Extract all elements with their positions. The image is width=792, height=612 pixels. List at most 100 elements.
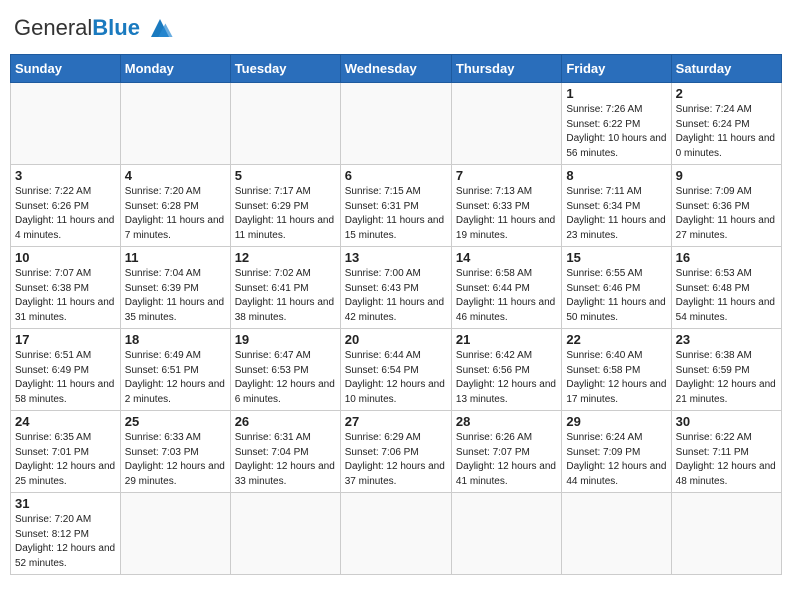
calendar-cell: 14 Sunrise: 6:58 AM Sunset: 6:44 PM Dayli… bbox=[451, 247, 561, 329]
day-number: 19 bbox=[235, 332, 336, 347]
day-info: Sunrise: 7:24 AM Sunset: 6:24 PM Dayligh… bbox=[676, 103, 777, 161]
day-number: 2 bbox=[676, 86, 777, 101]
day-info: Sunrise: 7:20 AM Sunset: 6:28 PM Dayligh… bbox=[125, 185, 226, 243]
calendar-cell: 29 Sunrise: 6:24 AM Sunset: 7:09 PM Dayli… bbox=[562, 411, 671, 493]
calendar-cell bbox=[451, 83, 561, 165]
day-number: 3 bbox=[15, 168, 116, 183]
calendar-cell: 31 Sunrise: 7:20 AM Sunset: 8:12 PM Dayli… bbox=[11, 493, 121, 575]
calendar-cell: 11 Sunrise: 7:04 AM Sunset: 6:39 PM Dayli… bbox=[120, 247, 230, 329]
day-info: Sunrise: 6:51 AM Sunset: 6:49 PM Dayligh… bbox=[15, 349, 116, 407]
logo-icon bbox=[142, 10, 178, 46]
logo: GeneralBlue bbox=[14, 10, 178, 46]
calendar-cell: 13 Sunrise: 7:00 AM Sunset: 6:43 PM Dayli… bbox=[340, 247, 451, 329]
calendar-cell: 20Sunrise: 6:44 AM Sunset: 6:54 PM Dayli… bbox=[340, 329, 451, 411]
day-info: Sunrise: 7:07 AM Sunset: 6:38 PM Dayligh… bbox=[15, 267, 116, 325]
calendar-cell: 1 Sunrise: 7:26 AM Sunset: 6:22 PM Daylig… bbox=[562, 83, 671, 165]
day-info: Sunrise: 7:11 AM Sunset: 6:34 PM Dayligh… bbox=[566, 185, 666, 243]
day-number: 17 bbox=[15, 332, 116, 347]
day-number: 25 bbox=[125, 414, 226, 429]
weekday-header-sunday: Sunday bbox=[11, 55, 121, 83]
calendar-cell bbox=[671, 493, 781, 575]
day-info: Sunrise: 7:20 AM Sunset: 8:12 PM Dayligh… bbox=[15, 513, 116, 571]
weekday-header-saturday: Saturday bbox=[671, 55, 781, 83]
day-number: 8 bbox=[566, 168, 666, 183]
day-info: Sunrise: 7:26 AM Sunset: 6:22 PM Dayligh… bbox=[566, 103, 666, 161]
calendar-cell: 24 Sunrise: 6:35 AM Sunset: 7:01 PM Dayli… bbox=[11, 411, 121, 493]
calendar-cell bbox=[230, 493, 340, 575]
day-info: Sunrise: 6:42 AM Sunset: 6:56 PM Dayligh… bbox=[456, 349, 557, 407]
day-info: Sunrise: 7:02 AM Sunset: 6:41 PM Dayligh… bbox=[235, 267, 336, 325]
calendar-header-row: SundayMondayTuesdayWednesdayThursdayFrid… bbox=[11, 55, 782, 83]
calendar-cell: 3 Sunrise: 7:22 AM Sunset: 6:26 PM Daylig… bbox=[11, 165, 121, 247]
calendar-cell: 25 Sunrise: 6:33 AM Sunset: 7:03 PM Dayli… bbox=[120, 411, 230, 493]
calendar-week-5: 24 Sunrise: 6:35 AM Sunset: 7:01 PM Dayli… bbox=[11, 411, 782, 493]
day-info: Sunrise: 6:53 AM Sunset: 6:48 PM Dayligh… bbox=[676, 267, 777, 325]
day-number: 13 bbox=[345, 250, 447, 265]
weekday-header-friday: Friday bbox=[562, 55, 671, 83]
day-info: Sunrise: 7:22 AM Sunset: 6:26 PM Dayligh… bbox=[15, 185, 116, 243]
calendar-cell: 7Sunrise: 7:13 AM Sunset: 6:33 PM Daylig… bbox=[451, 165, 561, 247]
calendar-cell: 15Sunrise: 6:55 AM Sunset: 6:46 PM Dayli… bbox=[562, 247, 671, 329]
day-number: 23 bbox=[676, 332, 777, 347]
day-info: Sunrise: 6:22 AM Sunset: 7:11 PM Dayligh… bbox=[676, 431, 777, 489]
day-info: Sunrise: 6:24 AM Sunset: 7:09 PM Dayligh… bbox=[566, 431, 666, 489]
day-number: 21 bbox=[456, 332, 557, 347]
calendar-cell: 23 Sunrise: 6:38 AM Sunset: 6:59 PM Dayli… bbox=[671, 329, 781, 411]
calendar-week-6: 31 Sunrise: 7:20 AM Sunset: 8:12 PM Dayli… bbox=[11, 493, 782, 575]
day-info: Sunrise: 6:35 AM Sunset: 7:01 PM Dayligh… bbox=[15, 431, 116, 489]
day-number: 26 bbox=[235, 414, 336, 429]
calendar-cell: 4 Sunrise: 7:20 AM Sunset: 6:28 PM Daylig… bbox=[120, 165, 230, 247]
calendar-cell: 26 Sunrise: 6:31 AM Sunset: 7:04 PM Dayli… bbox=[230, 411, 340, 493]
day-info: Sunrise: 7:04 AM Sunset: 6:39 PM Dayligh… bbox=[125, 267, 226, 325]
calendar-cell: 2 Sunrise: 7:24 AM Sunset: 6:24 PM Daylig… bbox=[671, 83, 781, 165]
day-number: 31 bbox=[15, 496, 116, 511]
calendar-cell: 10 Sunrise: 7:07 AM Sunset: 6:38 PM Dayli… bbox=[11, 247, 121, 329]
day-info: Sunrise: 6:33 AM Sunset: 7:03 PM Dayligh… bbox=[125, 431, 226, 489]
day-number: 30 bbox=[676, 414, 777, 429]
day-number: 14 bbox=[456, 250, 557, 265]
day-info: Sunrise: 6:31 AM Sunset: 7:04 PM Dayligh… bbox=[235, 431, 336, 489]
day-info: Sunrise: 6:49 AM Sunset: 6:51 PM Dayligh… bbox=[125, 349, 226, 407]
day-number: 18 bbox=[125, 332, 226, 347]
day-info: Sunrise: 7:09 AM Sunset: 6:36 PM Dayligh… bbox=[676, 185, 777, 243]
calendar-week-4: 17 Sunrise: 6:51 AM Sunset: 6:49 PM Dayli… bbox=[11, 329, 782, 411]
day-number: 27 bbox=[345, 414, 447, 429]
day-info: Sunrise: 6:38 AM Sunset: 6:59 PM Dayligh… bbox=[676, 349, 777, 407]
calendar-cell bbox=[562, 493, 671, 575]
calendar-cell bbox=[451, 493, 561, 575]
day-info: Sunrise: 7:00 AM Sunset: 6:43 PM Dayligh… bbox=[345, 267, 447, 325]
day-number: 5 bbox=[235, 168, 336, 183]
calendar-cell: 17 Sunrise: 6:51 AM Sunset: 6:49 PM Dayli… bbox=[11, 329, 121, 411]
day-number: 16 bbox=[676, 250, 777, 265]
calendar-cell bbox=[230, 83, 340, 165]
calendar-cell: 8 Sunrise: 7:11 AM Sunset: 6:34 PM Daylig… bbox=[562, 165, 671, 247]
day-number: 4 bbox=[125, 168, 226, 183]
calendar-cell bbox=[120, 493, 230, 575]
calendar-cell: 27 Sunrise: 6:29 AM Sunset: 7:06 PM Dayli… bbox=[340, 411, 451, 493]
calendar-cell bbox=[340, 493, 451, 575]
day-number: 9 bbox=[676, 168, 777, 183]
day-number: 29 bbox=[566, 414, 666, 429]
day-number: 24 bbox=[15, 414, 116, 429]
day-number: 11 bbox=[125, 250, 226, 265]
day-number: 1 bbox=[566, 86, 666, 101]
weekday-header-wednesday: Wednesday bbox=[340, 55, 451, 83]
header: GeneralBlue bbox=[10, 10, 782, 46]
day-number: 7 bbox=[456, 168, 557, 183]
logo-blue-text: Blue bbox=[92, 15, 140, 40]
day-info: Sunrise: 6:58 AM Sunset: 6:44 PM Dayligh… bbox=[456, 267, 557, 325]
day-number: 10 bbox=[15, 250, 116, 265]
calendar-cell: 30 Sunrise: 6:22 AM Sunset: 7:11 PM Dayli… bbox=[671, 411, 781, 493]
day-info: Sunrise: 6:47 AM Sunset: 6:53 PM Dayligh… bbox=[235, 349, 336, 407]
calendar-cell: 18 Sunrise: 6:49 AM Sunset: 6:51 PM Dayli… bbox=[120, 329, 230, 411]
day-info: Sunrise: 6:55 AM Sunset: 6:46 PM Dayligh… bbox=[566, 267, 666, 325]
calendar-cell: 16 Sunrise: 6:53 AM Sunset: 6:48 PM Dayli… bbox=[671, 247, 781, 329]
day-number: 22 bbox=[566, 332, 666, 347]
calendar-cell: 9 Sunrise: 7:09 AM Sunset: 6:36 PM Daylig… bbox=[671, 165, 781, 247]
calendar-cell bbox=[340, 83, 451, 165]
calendar-cell: 6Sunrise: 7:15 AM Sunset: 6:31 PM Daylig… bbox=[340, 165, 451, 247]
day-info: Sunrise: 6:26 AM Sunset: 7:07 PM Dayligh… bbox=[456, 431, 557, 489]
day-info: Sunrise: 7:17 AM Sunset: 6:29 PM Dayligh… bbox=[235, 185, 336, 243]
day-info: Sunrise: 6:29 AM Sunset: 7:06 PM Dayligh… bbox=[345, 431, 447, 489]
calendar-week-3: 10 Sunrise: 7:07 AM Sunset: 6:38 PM Dayli… bbox=[11, 247, 782, 329]
